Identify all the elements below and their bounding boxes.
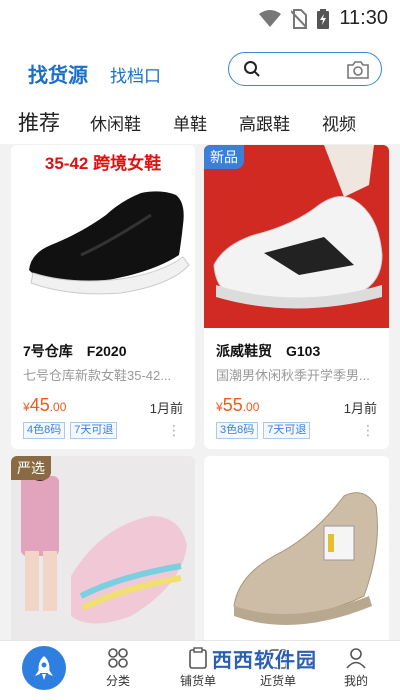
color-size-badge: 4色8码 [23, 422, 66, 439]
product-price: ¥45.00 [23, 395, 67, 415]
product-image: 35-42 跨境女鞋 [11, 145, 195, 328]
nav-category[interactable]: 分类 [106, 647, 130, 689]
status-bar: 11:30 [0, 0, 400, 36]
nav-label: 分类 [106, 674, 131, 688]
watermark-logo: 西西软件园 [212, 650, 317, 672]
category-bar: 推荐 休闲鞋 单鞋 高跟鞋 视频 [0, 100, 400, 144]
user-icon [346, 648, 366, 669]
nav-distribution-list[interactable]: 铺货单 [180, 647, 216, 689]
product-price: ¥55.00 [216, 395, 260, 415]
more-options-icon[interactable]: ⋮ [167, 423, 181, 437]
return-badge: 7天可退 [263, 422, 311, 439]
product-title: 派威鞋贸 G103 [216, 343, 321, 359]
nav-label: 近货单 [260, 674, 297, 688]
search-box[interactable] [228, 52, 382, 86]
category-flats[interactable]: 单鞋 [173, 110, 207, 135]
nav-label: 铺货单 [180, 674, 217, 688]
clock: 11:30 [339, 7, 388, 29]
more-options-icon[interactable]: ⋮ [361, 423, 375, 437]
product-card[interactable]: 严选 [11, 456, 195, 646]
nav-label: 我的 [344, 674, 369, 688]
posted-time: 1月前 [149, 401, 183, 416]
product-image [204, 456, 389, 646]
color-size-badge: 3色8码 [216, 422, 259, 439]
product-image [204, 145, 389, 328]
no-sim-icon [291, 8, 308, 29]
new-tag: 新品 [204, 145, 244, 169]
product-card[interactable]: 35-42 跨境女鞋 7号仓库 F2020 七号仓库新款女鞋35-42... ¥… [11, 145, 195, 449]
camera-icon[interactable] [347, 61, 369, 79]
category-recommend[interactable]: 推荐 [18, 107, 60, 137]
return-badge: 7天可退 [70, 422, 118, 439]
rocket-icon [35, 656, 53, 680]
tab-find-goods[interactable]: 找货源 [28, 59, 88, 88]
search-icon [244, 61, 260, 77]
bottom-nav: 分类 铺货单 近货单 我的 [0, 640, 400, 700]
posted-time: 1月前 [343, 401, 377, 416]
product-card[interactable]: 新品 派威鞋贸 G103 国潮男休闲秋季开学季男... ¥55.00 1月前 3… [204, 145, 389, 449]
product-card[interactable] [204, 456, 389, 646]
category-casual[interactable]: 休闲鞋 [90, 110, 141, 135]
selected-tag: 严选 [11, 456, 51, 480]
product-image [11, 456, 195, 646]
app-screen: 11:30 找货源 找档口 推荐 休闲鞋 单鞋 高跟鞋 视频 35-42 跨境女… [0, 0, 400, 700]
product-desc: 七号仓库新款女鞋35-42... [23, 368, 172, 383]
tab-find-stalls[interactable]: 找档口 [110, 62, 161, 87]
category-icon [108, 648, 128, 668]
wifi-icon [259, 9, 282, 27]
category-heels[interactable]: 高跟鞋 [239, 110, 290, 135]
product-desc: 国潮男休闲秋季开学季男... [216, 368, 370, 383]
nav-profile[interactable]: 我的 [344, 647, 368, 689]
top-header: 找货源 找档口 [0, 36, 400, 100]
home-button[interactable] [22, 646, 66, 690]
clipboard-icon [189, 647, 207, 669]
category-video[interactable]: 视频 [322, 110, 356, 135]
product-title: 7号仓库 F2020 [23, 343, 127, 359]
banner-text: 35-42 跨境女鞋 [45, 153, 161, 173]
battery-icon [317, 8, 330, 29]
